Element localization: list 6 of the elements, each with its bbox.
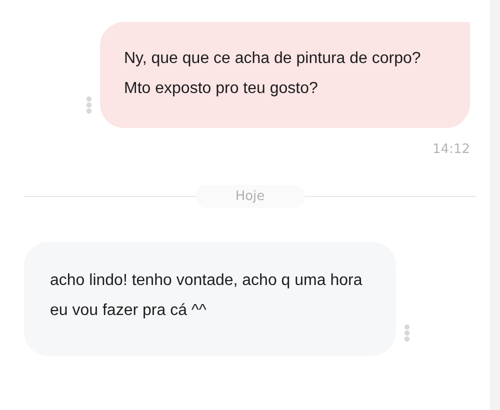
message-bubble: acho lindo! tenho vontade, acho q uma hora eu vou fazer pra cá ^^ (24, 242, 396, 356)
message-bubble: Ny, que que ce acha de pintura de corpo? Mto exposto pro teu gosto? (100, 22, 470, 128)
message-time: 14:12 (432, 142, 470, 157)
more-icon[interactable] (404, 324, 410, 342)
more-icon[interactable] (86, 96, 92, 114)
date-divider: Hoje (195, 185, 305, 208)
